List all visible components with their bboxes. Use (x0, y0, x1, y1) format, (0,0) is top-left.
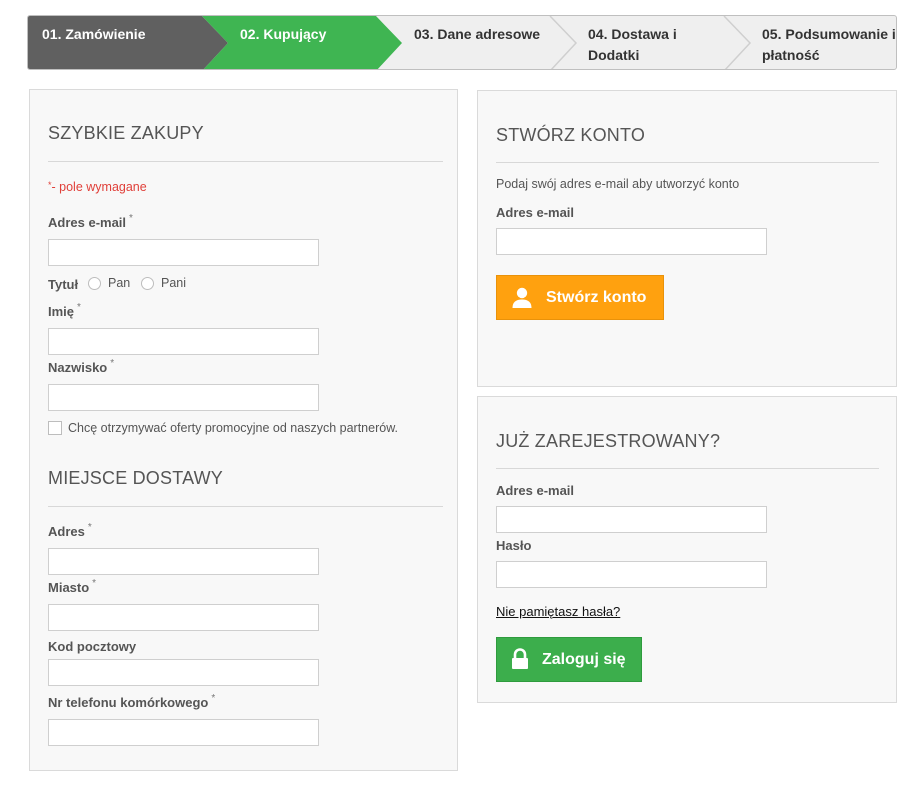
postcode-label: Kod pocztowy (48, 639, 137, 654)
step-4-separator (723, 16, 752, 69)
required-note: *- pole wymagane (48, 180, 147, 194)
phone-label: Nr telefonu komórkowego * (48, 693, 216, 710)
title-pan-radio[interactable] (88, 277, 101, 290)
login-email-label: Adres e-mail (496, 483, 575, 498)
city-field[interactable] (48, 604, 319, 631)
login-button[interactable]: Zaloguj się (496, 637, 642, 682)
login-divider (496, 468, 879, 469)
quick-purchase-heading: SZYBKIE ZAKUPY (48, 123, 204, 143)
create-account-email-label: Adres e-mail (496, 205, 575, 220)
create-account-heading: STWÓRZ KONTO (496, 125, 646, 145)
user-icon (512, 287, 532, 308)
forgot-password-link[interactable]: Nie pamiętasz hasła? (496, 604, 620, 619)
first-name-field[interactable] (48, 328, 319, 355)
title-pan-label: Pan (108, 276, 131, 290)
login-heading: JUŻ ZAREJESTROWANY? (496, 431, 721, 451)
title-pani-radio[interactable] (141, 277, 154, 290)
email-label: Adres e-mail * (48, 213, 133, 230)
delivery-heading: MIEJSCE DOSTAWY (48, 468, 224, 488)
quick-purchase-divider (48, 161, 443, 162)
step-3-separator (549, 16, 578, 69)
address-field[interactable] (48, 548, 319, 575)
checkout-steps: 01. Zamówienie 02. Kupujący 03. Dane adr… (27, 15, 897, 70)
email-field[interactable] (48, 239, 319, 266)
create-account-button[interactable]: Stwórz konto (496, 275, 664, 320)
password-label: Hasło (496, 538, 532, 553)
delivery-divider (48, 506, 443, 507)
create-account-hint: Podaj swój adres e-mail aby utworzyć kon… (496, 177, 740, 191)
phone-field[interactable] (48, 719, 319, 746)
step-4-label: 04. Dostawa i Dodatki (588, 26, 677, 63)
step-5-label: 05. Podsumowanie i płatność (762, 26, 896, 63)
first-name-label: Imię * (48, 302, 81, 319)
title-pani-label: Pani (161, 276, 187, 290)
last-name-field[interactable] (48, 384, 319, 411)
step-1-label[interactable]: 01. Zamówienie (42, 24, 145, 45)
newsletter-label: Chcę otrzymywać oferty promocyjne od nas… (68, 421, 398, 435)
postcode-field[interactable] (48, 659, 319, 686)
step-3-label: 03. Dane adresowe (414, 26, 541, 42)
step-2-label[interactable]: 02. Kupujący (240, 24, 326, 45)
last-name-label: Nazwisko * (48, 358, 115, 375)
lock-icon (512, 648, 528, 669)
login-button-label: Zaloguj się (542, 651, 626, 668)
password-field[interactable] (496, 561, 767, 588)
create-account-divider (496, 162, 879, 163)
newsletter-checkbox[interactable] (48, 421, 62, 435)
city-label: Miasto * (48, 578, 97, 595)
create-account-button-label: Stwórz konto (546, 289, 647, 306)
title-label: Tytuł (48, 277, 79, 292)
create-account-email-field[interactable] (496, 228, 767, 255)
login-email-field[interactable] (496, 506, 767, 533)
address-label: Adres * (48, 522, 92, 539)
